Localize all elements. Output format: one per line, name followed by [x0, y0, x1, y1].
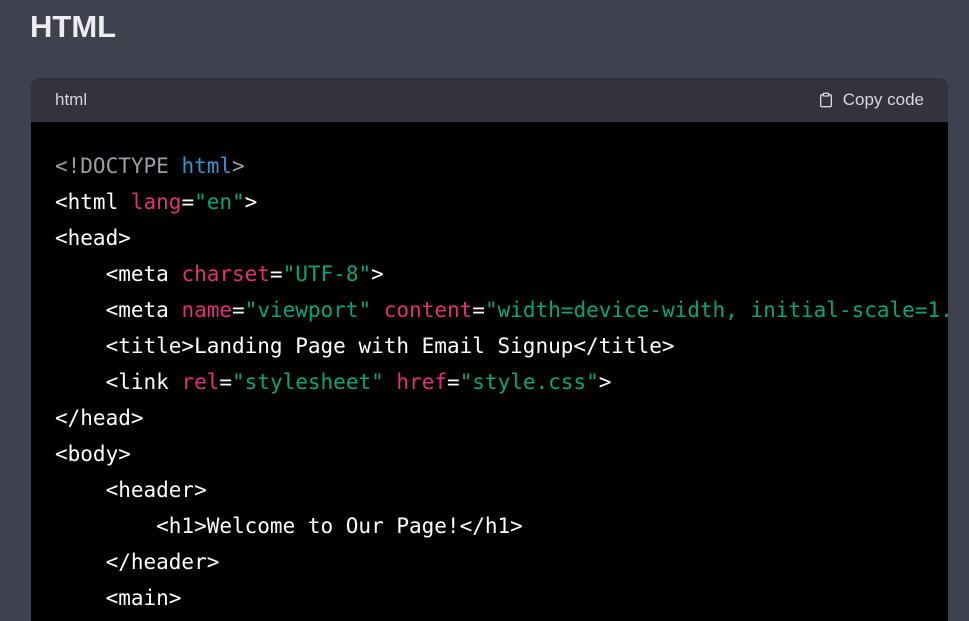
code-line: <link rel="stylesheet" href="style.css">: [55, 364, 924, 400]
code-token: </h1>: [459, 514, 523, 538]
code-token: content: [383, 298, 473, 322]
code-token: =: [446, 370, 460, 394]
code-line: <head>: [55, 220, 924, 256]
code-token: </header>: [55, 550, 220, 574]
code-line: <h2>Join our newsletter to get the lates…: [55, 616, 924, 621]
code-block-header: html Copy code: [31, 78, 948, 122]
code-line: <header>: [55, 472, 924, 508]
code-token: </head>: [55, 406, 144, 430]
copy-code-button[interactable]: Copy code: [818, 90, 924, 110]
code-line: <html lang="en">: [55, 184, 924, 220]
code-token: =: [472, 298, 485, 322]
copy-code-label: Copy code: [842, 90, 924, 109]
code-token: =: [181, 190, 195, 214]
code-token: </title>: [573, 334, 675, 358]
code-token: <meta: [55, 298, 182, 322]
code-token: <body>: [55, 442, 131, 466]
code-token: <html: [55, 190, 131, 214]
code-token: html: [181, 154, 233, 178]
code-line: <!DOCTYPE html>: [55, 148, 924, 184]
code-language-label: html: [55, 90, 88, 109]
code-token: "stylesheet": [232, 370, 384, 394]
page-title: HTML: [30, 9, 117, 44]
code-token: =: [219, 370, 233, 394]
code-token: >: [232, 154, 245, 178]
clipboard-icon: [818, 91, 834, 109]
code-line: </head>: [55, 400, 924, 436]
code-line: <main>: [55, 580, 924, 616]
code-token: rel: [181, 370, 220, 394]
code-token: <title>: [55, 334, 195, 358]
code-token: "UTF-8": [282, 262, 372, 286]
code-token: >: [244, 190, 258, 214]
code-token: <header>: [55, 478, 207, 502]
code-token: <head>: [55, 226, 131, 250]
code-token: <link: [55, 370, 182, 394]
code-token: <main>: [55, 586, 182, 610]
code-token: charset: [181, 262, 270, 286]
code-token: =: [232, 298, 245, 322]
code-token: >: [598, 370, 612, 394]
code-line: <body>: [55, 436, 924, 472]
code-token: lang: [130, 190, 182, 214]
code-token: =: [269, 262, 283, 286]
code-block: html Copy code <!DOCTYPE html> <html lang…: [31, 78, 948, 621]
code-token: "en": [194, 190, 245, 214]
code-line: <meta name="viewport" content="width=dev…: [55, 292, 948, 328]
code-token: Landing Page with Email Signup: [194, 334, 574, 358]
code-content[interactable]: <!DOCTYPE html> <html lang="en"> <head> <m…: [31, 122, 948, 621]
code-line: </header>: [55, 544, 924, 580]
code-token: <h1>: [55, 514, 207, 538]
code-token: <meta: [55, 262, 182, 286]
code-line: <title>Landing Page with Email Signup</t…: [55, 328, 924, 364]
code-token: "viewport": [244, 298, 372, 322]
code-token: name: [181, 298, 233, 322]
code-line: <h1>Welcome to Our Page!</h1>: [55, 508, 924, 544]
code-token: href: [396, 370, 447, 394]
code-token: Welcome to Our Page!: [206, 514, 460, 538]
code-token: >: [371, 262, 384, 286]
code-token: <!DOCTYPE: [55, 154, 182, 178]
code-line: <meta charset="UTF-8">: [55, 256, 924, 292]
code-token: "width=device-width, initial-scale=1.0": [484, 298, 948, 322]
code-token: "style.css": [459, 370, 599, 394]
